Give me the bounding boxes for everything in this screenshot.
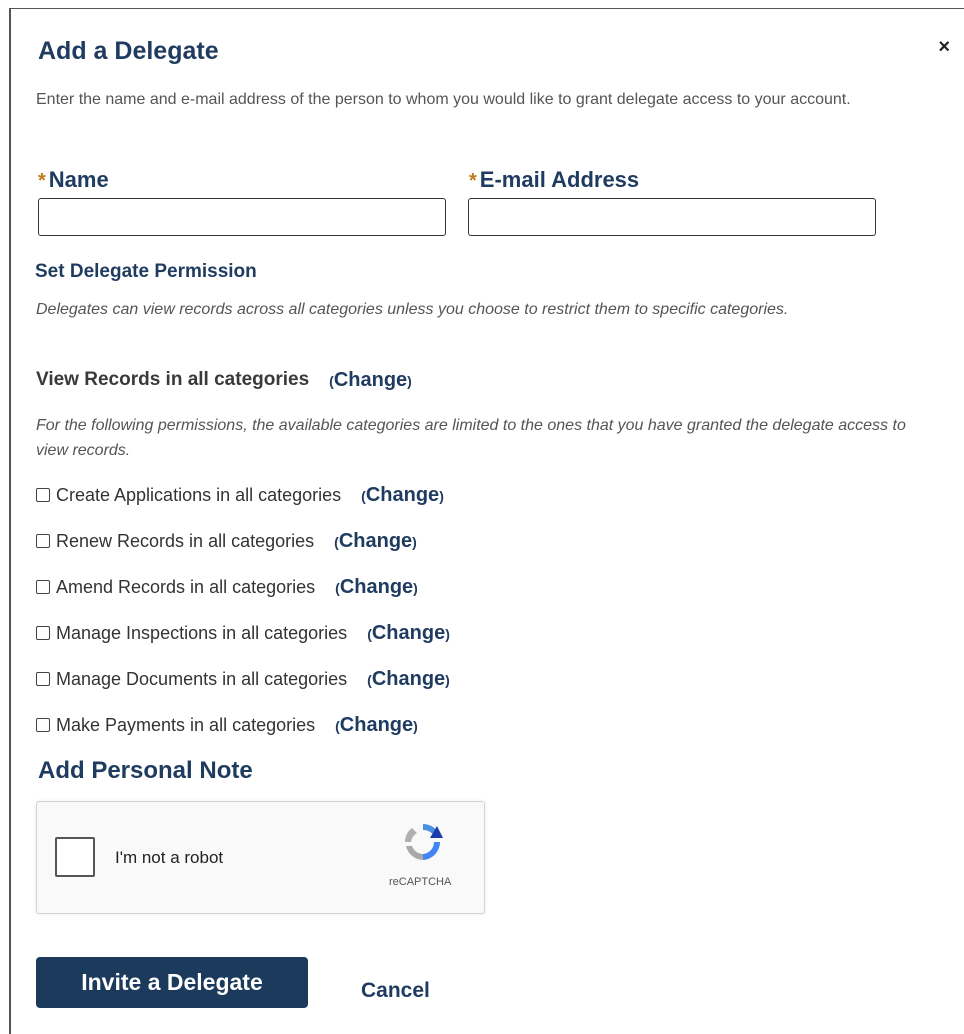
paren-close: ) xyxy=(412,533,417,550)
recaptcha-brand: reCAPTCHA xyxy=(389,876,452,888)
limited-note: For the following permissions, the avail… xyxy=(36,417,906,459)
permission-row-documents: Manage Documents in all categories (Chan… xyxy=(36,667,450,691)
recaptcha-logo-icon xyxy=(405,824,443,860)
change-link-create[interactable]: (Change) xyxy=(361,484,444,507)
close-icon[interactable]: × xyxy=(938,37,950,57)
name-label-text: Name xyxy=(48,167,109,192)
change-text[interactable]: Change xyxy=(340,576,413,598)
change-text[interactable]: Change xyxy=(340,714,413,736)
change-link-inspections[interactable]: (Change) xyxy=(367,622,450,645)
view-records-label: View Records in all categories xyxy=(36,369,310,390)
change-link-amend[interactable]: (Change) xyxy=(335,576,418,599)
change-text[interactable]: Change xyxy=(366,484,439,506)
dialog-title: Add a Delegate xyxy=(38,37,219,65)
name-label: * Name xyxy=(38,167,109,193)
set-permission-heading: Set Delegate Permission xyxy=(35,261,257,282)
make-payments-checkbox[interactable] xyxy=(36,718,50,732)
email-input[interactable] xyxy=(468,198,876,236)
view-records-row: View Records in all categories (Change) xyxy=(36,368,412,392)
permission-row-renew: Renew Records in all categories (Change) xyxy=(36,529,417,553)
paren-close: ) xyxy=(439,487,444,504)
change-link-payments[interactable]: (Change) xyxy=(335,714,418,737)
change-link-view[interactable]: (Change) xyxy=(329,369,412,392)
permission-note: Delegates can view records across all ca… xyxy=(36,301,789,318)
add-personal-note-heading[interactable]: Add Personal Note xyxy=(38,757,253,785)
paren-close: ) xyxy=(407,372,412,389)
cancel-link[interactable]: Cancel xyxy=(361,979,430,1003)
dialog-intro: Enter the name and e-mail address of the… xyxy=(36,91,851,108)
invite-delegate-button[interactable]: Invite a Delegate xyxy=(36,957,308,1008)
change-text[interactable]: Change xyxy=(372,668,445,690)
required-marker: * xyxy=(38,170,46,192)
permission-label: Manage Documents in all categories xyxy=(56,668,348,689)
email-label-text: E-mail Address xyxy=(479,167,640,192)
permission-label: Create Applications in all categories xyxy=(56,484,342,505)
change-text[interactable]: Change xyxy=(372,622,445,644)
email-label: * E-mail Address xyxy=(469,167,639,193)
permission-label: Renew Records in all categories xyxy=(56,530,315,551)
permission-label: Amend Records in all categories xyxy=(56,576,316,597)
permission-label: Manage Inspections in all categories xyxy=(56,622,348,643)
change-link-renew[interactable]: (Change) xyxy=(334,530,417,553)
change-text[interactable]: Change xyxy=(339,530,412,552)
renew-records-checkbox[interactable] xyxy=(36,534,50,548)
paren-close: ) xyxy=(413,579,418,596)
permission-row-inspections: Manage Inspections in all categories (Ch… xyxy=(36,621,450,645)
recaptcha-checkbox[interactable] xyxy=(55,837,95,877)
recaptcha-label: I'm not a robot xyxy=(115,848,224,867)
amend-records-checkbox[interactable] xyxy=(36,580,50,594)
create-applications-checkbox[interactable] xyxy=(36,488,50,502)
change-text[interactable]: Change xyxy=(334,369,407,391)
change-link-documents[interactable]: (Change) xyxy=(367,668,450,691)
manage-documents-checkbox[interactable] xyxy=(36,672,50,686)
recaptcha-widget: I'm not a robot reCAPTCHA xyxy=(36,801,485,914)
required-marker: * xyxy=(469,170,477,192)
name-input[interactable] xyxy=(38,198,446,236)
paren-close: ) xyxy=(413,717,418,734)
manage-inspections-checkbox[interactable] xyxy=(36,626,50,640)
paren-close: ) xyxy=(445,671,450,688)
permission-row-amend: Amend Records in all categories (Change) xyxy=(36,575,418,599)
permission-row-payments: Make Payments in all categories (Change) xyxy=(36,713,418,737)
paren-close: ) xyxy=(445,625,450,642)
permission-label: Make Payments in all categories xyxy=(56,714,316,735)
permission-row-create: Create Applications in all categories (C… xyxy=(36,483,444,507)
add-delegate-dialog: Add a Delegate × Enter the name and e-ma… xyxy=(9,8,964,1034)
